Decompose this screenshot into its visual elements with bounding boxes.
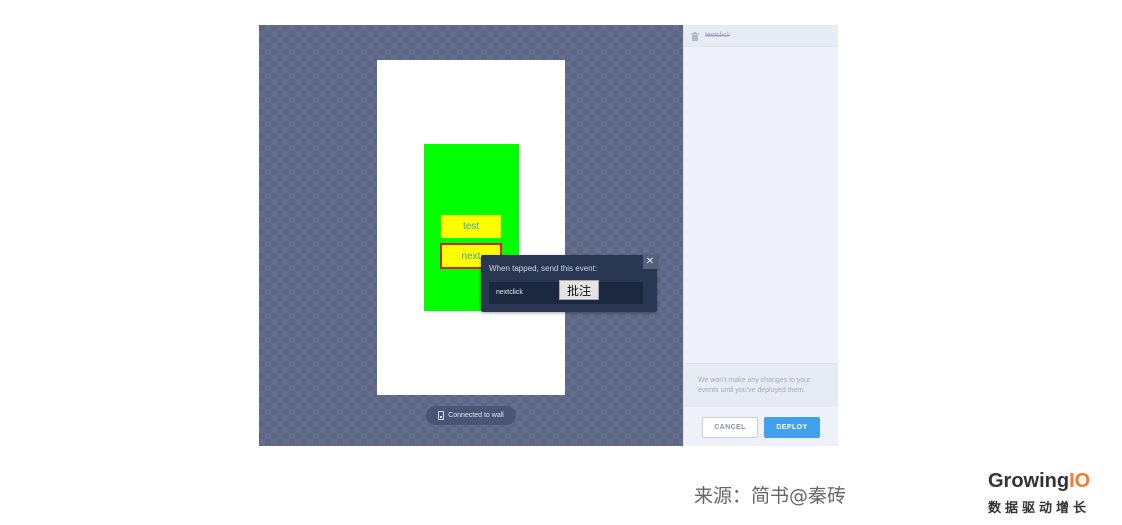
event-name-value: nextclick xyxy=(496,289,523,296)
deploy-note: We won't make any changes to your events… xyxy=(684,363,838,407)
brand-logo: GrowingIO 数据驱动增长 xyxy=(988,470,1108,516)
popup-title: When tapped, send this event: xyxy=(489,264,598,273)
deploy-note-text: We won't make any changes to your events… xyxy=(698,377,811,394)
test-button-label: test xyxy=(462,221,480,232)
editor-canvas: test next When tapped, send this event: … xyxy=(259,25,683,446)
deploy-button[interactable]: DEPLOY xyxy=(764,417,820,438)
brand-wordmark-main: Growing xyxy=(988,470,1070,492)
device-screen: test next xyxy=(377,60,565,395)
event-sidebar: testclick We won't make any changes to y… xyxy=(683,25,838,446)
next-button-label: next xyxy=(461,250,481,262)
connection-status-label: Connected to wall xyxy=(448,412,504,419)
trash-icon[interactable] xyxy=(691,32,699,41)
annotation-badge: 批注 xyxy=(559,280,599,300)
event-list-item[interactable]: testclick xyxy=(684,25,838,47)
brand-tagline: 数据驱动增长 xyxy=(988,501,1091,516)
close-icon[interactable]: ✕ xyxy=(643,255,657,269)
event-list-item-label: testclick xyxy=(705,32,730,39)
cancel-button[interactable]: CANCEL xyxy=(702,417,758,438)
event-binding-popup: When tapped, send this event: ✕ nextclic… xyxy=(481,255,657,312)
source-caption: 来源：简书@秦砖 xyxy=(694,485,847,507)
event-name-input[interactable]: nextclick 批注 xyxy=(489,280,643,304)
brand-wordmark: GrowingIO xyxy=(988,470,1108,492)
connection-status: Connected to wall xyxy=(426,406,516,425)
phone-icon xyxy=(438,411,445,420)
brand-wordmark-accent: IO xyxy=(1069,470,1091,492)
test-button[interactable]: test xyxy=(441,215,501,238)
